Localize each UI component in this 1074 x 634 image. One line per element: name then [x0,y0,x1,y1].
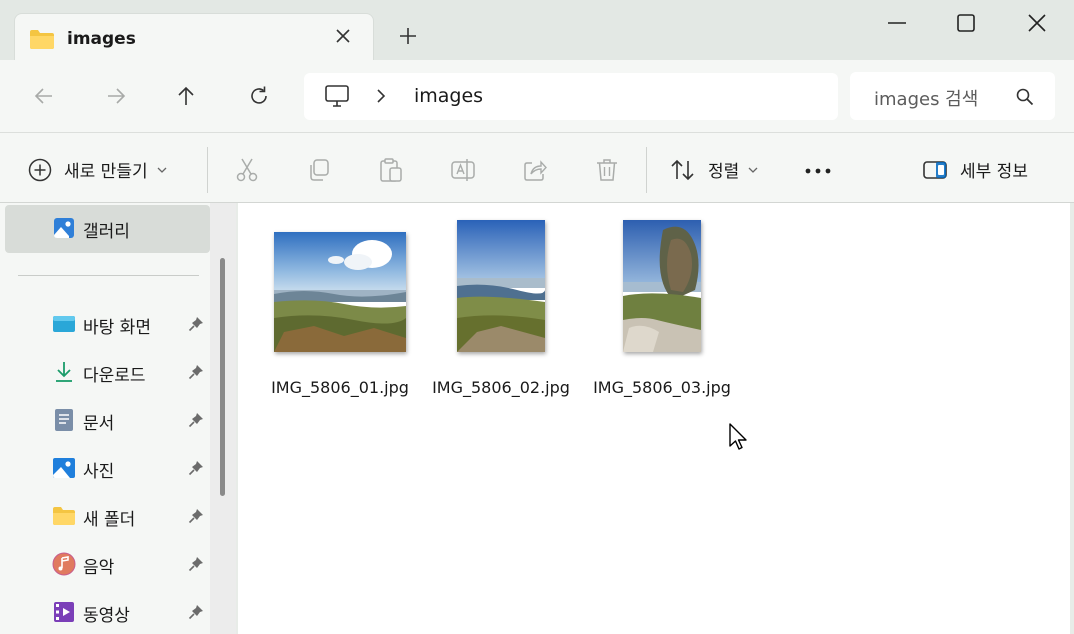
sidebar-item-videos[interactable]: 동영상 [0,592,215,632]
file-name: IMG_5806_03.jpg [593,378,731,397]
sidebar-item-documents[interactable]: 문서 [0,400,215,440]
search-placeholder: images 검색 [874,89,979,110]
file-item[interactable]: IMG_5806_02.jpg [431,215,571,415]
file-name: IMG_5806_01.jpg [271,378,409,397]
download-icon [56,362,72,382]
sidebar-item-label: 새 폴더 [83,510,136,530]
sidebar-item-label: 음악 [83,558,115,578]
pictures-icon [53,458,75,478]
file-thumbnail [623,220,701,352]
details-pane-label: 세부 정보 [960,162,1028,182]
pin-icon[interactable] [188,316,204,332]
sidebar-item-label: 동영상 [83,606,130,626]
chevron-down-icon [157,167,167,173]
tab-images[interactable]: images [14,13,374,61]
gallery-icon [54,218,74,238]
sidebar-divider [18,275,199,276]
folder-icon [30,30,54,49]
chevron-right-icon[interactable] [374,88,388,104]
back-arrow-icon[interactable] [32,84,56,108]
new-tab-icon[interactable] [398,26,418,46]
share-icon[interactable] [522,157,548,183]
pin-icon[interactable] [188,556,204,572]
delete-icon[interactable] [594,157,620,183]
folder-icon [53,507,75,525]
address-bar[interactable]: images [304,73,838,120]
pin-icon[interactable] [188,412,204,428]
command-bar: 새로 만들기 정렬 세부 정보 [0,132,1074,203]
sidebar-item-pictures[interactable]: 사진 [0,448,215,488]
more-options-icon[interactable] [804,167,832,175]
breadcrumb-current[interactable]: images [414,85,483,107]
maximize-icon[interactable] [955,12,977,34]
file-thumbnail [457,220,545,352]
sort-button-label: 정렬 [708,162,740,182]
navigation-pane: 갤러리 바탕 화면 다운로드 문서 사진 새 폴더 음악 동영상 [0,203,236,634]
plus-circle-icon [28,158,52,181]
cut-icon[interactable] [234,157,260,183]
close-window-icon[interactable] [1026,12,1048,34]
sidebar-item-gallery[interactable]: 갤러리 [0,208,215,248]
sidebar-item-label: 다운로드 [83,366,146,386]
music-icon [52,552,76,576]
sidebar-item-label: 문서 [83,414,115,434]
tab-title: images [67,29,136,49]
sidebar-item-music[interactable]: 음악 [0,544,215,584]
document-icon [55,409,73,431]
window-border [1070,203,1074,634]
search-box[interactable]: images 검색 [850,72,1055,120]
sort-button[interactable]: 정렬 [670,157,759,182]
sidebar-item-downloads[interactable]: 다운로드 [0,352,215,392]
file-name: IMG_5806_02.jpg [432,378,570,397]
toolbar-separator [646,147,647,193]
refresh-icon[interactable] [247,84,271,108]
sidebar-item-desktop[interactable]: 바탕 화면 [0,304,215,344]
pin-icon[interactable] [188,508,204,524]
file-item[interactable]: IMG_5806_01.jpg [270,215,410,415]
up-arrow-icon[interactable] [174,84,198,108]
file-list: IMG_5806_01.jpg IMG_5806_02.jpg IMG_5806… [238,203,1070,634]
desktop-icon [53,316,75,332]
paste-icon[interactable] [378,157,404,183]
new-button-label: 새로 만들기 [64,162,148,182]
sort-icon [671,159,694,180]
search-icon[interactable] [1016,88,1034,106]
file-thumbnail [274,232,406,352]
sidebar-item-new-folder[interactable]: 새 폴더 [0,496,215,536]
details-pane-button[interactable]: 세부 정보 [922,157,1028,182]
address-row: images images 검색 [0,60,1074,132]
rename-icon[interactable] [450,157,476,183]
chevron-down-icon [748,167,758,173]
title-bar: images [0,0,1074,61]
new-button[interactable]: 새로 만들기 [28,157,168,182]
details-pane-icon [923,160,947,179]
video-icon [54,602,74,622]
sidebar-item-label: 사진 [83,462,115,482]
pin-icon[interactable] [188,364,204,380]
tab-close-icon[interactable] [333,26,353,46]
toolbar-separator [207,147,208,193]
pin-icon[interactable] [188,460,204,476]
computer-icon [325,85,349,107]
sidebar-scrollbar-thumb[interactable] [220,258,225,496]
forward-arrow-icon[interactable] [104,84,128,108]
pin-icon[interactable] [188,604,204,620]
minimize-icon[interactable] [886,12,908,34]
copy-icon[interactable] [306,157,332,183]
sidebar-item-label: 바탕 화면 [83,318,151,338]
mouse-pointer-icon [729,423,747,450]
sidebar-item-label: 갤러리 [83,222,130,242]
file-item[interactable]: IMG_5806_03.jpg [592,215,732,415]
